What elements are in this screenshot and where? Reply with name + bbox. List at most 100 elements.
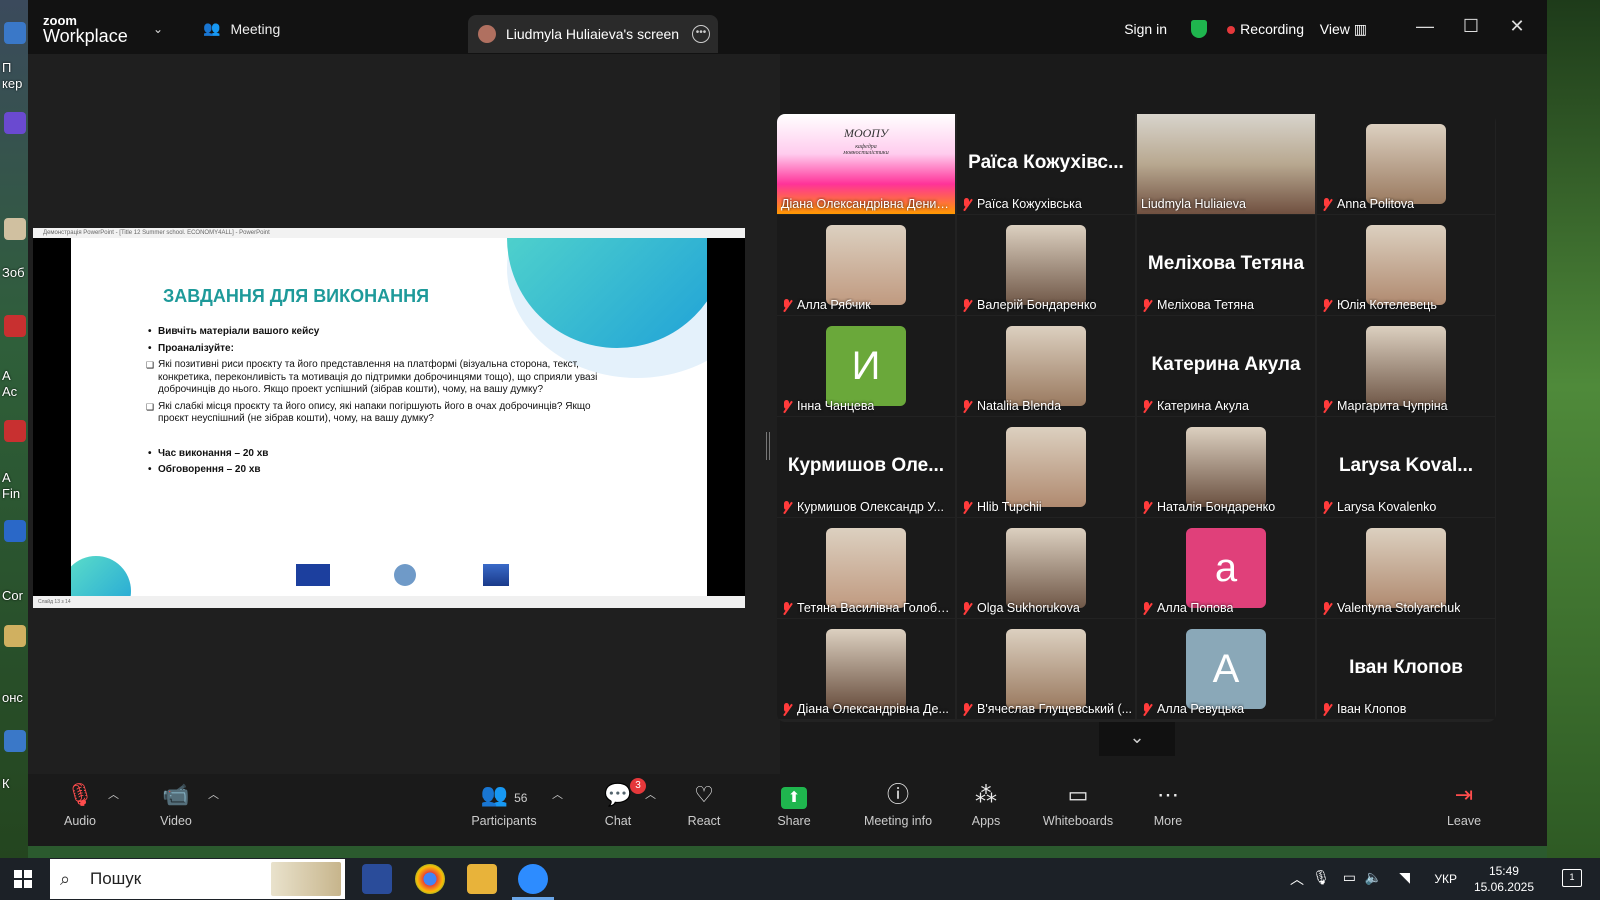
sign-in-button[interactable]: Sign in bbox=[1124, 21, 1167, 37]
participant-avatar-letter: И bbox=[826, 326, 906, 406]
slide-body: Вивчіть матеріали вашого кейсу Проаналіз… bbox=[146, 326, 616, 477]
ppt-titlebar: Демонстрація PowerPoint - [Title 12 Summ… bbox=[33, 228, 745, 238]
mic-muted-icon bbox=[961, 500, 973, 514]
chat-button[interactable]: 💬 3 Chat bbox=[598, 778, 646, 828]
participant-tile[interactable]: Тетяна Василівна Голобо... bbox=[777, 518, 955, 618]
participants-gallery: МООПУ кафедра мовностилістики Діана Олекса… bbox=[777, 114, 1496, 722]
zoom-logo[interactable]: zoom Workplace bbox=[43, 14, 128, 45]
meeting-info-button[interactable]: ⓘ Meeting info bbox=[858, 780, 938, 828]
participant-photo bbox=[1186, 427, 1266, 507]
taskbar-search-box[interactable]: ⌕ Пошук bbox=[50, 859, 345, 899]
desktop-shortcut-icon[interactable] bbox=[4, 315, 26, 337]
desktop-shortcut-icon[interactable] bbox=[4, 218, 26, 240]
participants-options-caret[interactable]: ︿ bbox=[552, 786, 563, 802]
desktop-shortcut-icon[interactable] bbox=[4, 112, 26, 134]
participant-photo bbox=[1366, 528, 1446, 608]
battery-icon[interactable]: ▭ bbox=[1343, 869, 1356, 886]
resize-handle[interactable] bbox=[766, 432, 770, 460]
participant-tile[interactable]: Valentyna Stolyarchuk bbox=[1317, 518, 1495, 618]
close-icon[interactable]: ✕ bbox=[1507, 16, 1527, 37]
notification-icon[interactable]: 1 bbox=[1562, 869, 1582, 887]
participant-photo bbox=[1006, 326, 1086, 406]
participants-button[interactable]: 👥 56 Participants bbox=[468, 780, 540, 828]
view-button[interactable]: View ▥ bbox=[1320, 21, 1367, 38]
desktop-shortcut-icon[interactable] bbox=[4, 625, 26, 647]
video-button[interactable]: 📹 Video bbox=[154, 780, 198, 828]
record-dot-icon bbox=[1227, 26, 1236, 34]
participant-tile[interactable]: Меліхова Тетяна Меліхова Тетяна bbox=[1137, 215, 1315, 315]
logo-line2: Workplace bbox=[43, 26, 128, 46]
mic-muted-icon bbox=[961, 399, 973, 413]
participant-tile[interactable]: Іван Клопов Іван Клопов bbox=[1317, 619, 1495, 719]
participant-tile[interactable]: И Інна Чанцева bbox=[777, 316, 955, 416]
participant-tile[interactable]: Наталія Бондаренко bbox=[1137, 417, 1315, 517]
participants-label: Participants bbox=[471, 814, 537, 828]
leave-button[interactable]: ⇥ Leave bbox=[1444, 780, 1484, 828]
maximize-icon[interactable]: ☐ bbox=[1461, 16, 1481, 37]
participant-tile[interactable]: a Алла Попова bbox=[1137, 518, 1315, 618]
desktop-shortcut-icon[interactable] bbox=[4, 420, 26, 442]
participant-tile[interactable]: Liudmyla Huliaieva bbox=[1137, 114, 1315, 214]
desktop-shortcut-label: А bbox=[2, 470, 11, 485]
participant-name: Меліхова Тетяна bbox=[1157, 298, 1254, 312]
video-options-caret[interactable]: ︿ bbox=[208, 786, 219, 802]
shield-icon[interactable] bbox=[1191, 20, 1207, 38]
desktop-shortcut-icon[interactable] bbox=[4, 730, 26, 752]
wifi-icon[interactable]: ◥ bbox=[1399, 869, 1410, 886]
participant-name-label: Наталія Бондаренко bbox=[1141, 500, 1275, 514]
participant-tile[interactable]: В'ячеслав Глущевський (... bbox=[957, 619, 1135, 719]
zoom-app-icon[interactable] bbox=[512, 864, 554, 900]
participant-tile[interactable]: Курмишов Оле... Курмишов Олександр У... bbox=[777, 417, 955, 517]
logo-subtext: кафедра мовностилістики bbox=[843, 144, 889, 156]
more-options-icon[interactable]: ••• bbox=[692, 25, 710, 43]
meeting-tab[interactable]: 👥 Meeting bbox=[203, 20, 280, 37]
desktop-shortcut-label: Зоб bbox=[2, 265, 25, 280]
recording-indicator[interactable]: Recording bbox=[1227, 21, 1304, 37]
audio-options-caret[interactable]: ︿ bbox=[108, 786, 119, 802]
audio-button[interactable]: 🎙 Audio bbox=[60, 780, 100, 828]
language-indicator[interactable]: УКР bbox=[1434, 872, 1457, 886]
chevron-up-icon[interactable]: ︿ bbox=[1290, 869, 1304, 889]
participant-tile[interactable]: Юлія Котелевець bbox=[1317, 215, 1495, 315]
volume-icon[interactable]: 🔈 bbox=[1365, 869, 1382, 886]
chevron-down-icon[interactable]: ⌄ bbox=[153, 22, 163, 36]
chevron-down-icon[interactable]: ⌄ bbox=[1099, 722, 1175, 756]
participant-tile[interactable]: Катерина Акула Катерина Акула bbox=[1137, 316, 1315, 416]
logo-text: МООПУ bbox=[843, 126, 889, 140]
save-app-icon[interactable] bbox=[362, 864, 392, 894]
participant-tile[interactable]: Раїса Кожухівс... Раїса Кожухівська bbox=[957, 114, 1135, 214]
participant-tile[interactable]: Hlib Tupchii bbox=[957, 417, 1135, 517]
chat-options-caret[interactable]: ︿ bbox=[645, 786, 656, 802]
chrome-icon[interactable] bbox=[415, 864, 445, 894]
slide-bullet: Обговорення – 20 хв bbox=[146, 464, 616, 477]
whiteboards-button[interactable]: ▭ Whiteboards bbox=[1040, 780, 1116, 828]
participants-count: 56 bbox=[514, 791, 528, 805]
participant-tile[interactable]: Алла Рябчик bbox=[777, 215, 955, 315]
participant-tile[interactable]: Маргарита Чупріна bbox=[1317, 316, 1495, 416]
participant-big-name: Іван Клопов bbox=[1349, 657, 1463, 678]
slide-bullet: Час виконання – 20 хв bbox=[146, 448, 616, 461]
participant-tile[interactable]: Валерій Бондаренко bbox=[957, 215, 1135, 315]
powerpoint-window[interactable]: Демонстрація PowerPoint - [Title 12 Summ… bbox=[33, 228, 745, 608]
clock[interactable]: 15:49 15.06.2025 bbox=[1474, 863, 1534, 895]
microphone-icon[interactable]: 🎙 bbox=[1312, 869, 1330, 886]
desktop-shortcut-icon[interactable] bbox=[4, 520, 26, 542]
participant-tile[interactable]: Anna Politova bbox=[1317, 114, 1495, 214]
participant-tile[interactable]: Діана Олександрівна Де... bbox=[777, 619, 955, 719]
participant-tile[interactable]: Olga Sukhorukova bbox=[957, 518, 1135, 618]
file-explorer-icon[interactable] bbox=[467, 864, 497, 894]
shared-screen-tab[interactable]: Liudmyla Huliaieva's screen ••• bbox=[468, 15, 718, 53]
participant-tile[interactable]: A Алла Ревуцька bbox=[1137, 619, 1315, 719]
participant-photo bbox=[1006, 629, 1086, 709]
slide-subpoint: Які слабкі місця проєкту та його опису, … bbox=[146, 401, 616, 426]
participant-tile[interactable]: Larysa Koval... Larysa Kovalenko bbox=[1317, 417, 1495, 517]
minimize-icon[interactable]: — bbox=[1415, 16, 1435, 37]
apps-button[interactable]: ⁂ Apps bbox=[966, 780, 1006, 828]
participant-tile[interactable]: МООПУ кафедра мовностилістики Діана Олекса… bbox=[777, 114, 955, 214]
participant-tile[interactable]: Nataliia Blenda bbox=[957, 316, 1135, 416]
react-button[interactable]: ♡ React bbox=[684, 780, 724, 828]
more-button[interactable]: ⋯ More bbox=[1148, 780, 1188, 828]
windows-start-icon[interactable] bbox=[14, 870, 32, 888]
share-button[interactable]: ⬆ Share bbox=[774, 780, 814, 828]
desktop-shortcut-icon[interactable] bbox=[4, 22, 26, 44]
